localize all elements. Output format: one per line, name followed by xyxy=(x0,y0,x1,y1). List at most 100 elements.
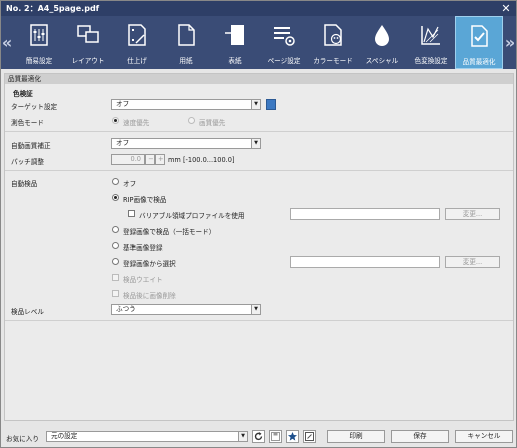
patch-adjust-range: mm [-100.0...100.0] xyxy=(168,156,235,164)
print-button[interactable]: 印刷 xyxy=(327,430,385,443)
chevron-down-icon: ▼ xyxy=(251,305,260,314)
save-preset-icon[interactable] xyxy=(269,430,282,443)
speed-priority-label: 速度優先 xyxy=(123,119,150,127)
target-setting-label: ターゲット設定 xyxy=(11,103,58,111)
divider xyxy=(5,170,513,171)
tab-cover[interactable]: 表紙 xyxy=(211,16,259,69)
inspection-wait-checkbox[interactable] xyxy=(112,274,119,281)
divider xyxy=(5,131,513,132)
tab-label: ページ設定 xyxy=(267,57,301,65)
close-icon[interactable]: ✕ xyxy=(500,1,512,16)
tab-color-mode[interactable]: カラーモード xyxy=(309,16,357,69)
tab-label: 用紙 xyxy=(179,57,193,65)
speed-priority-radio[interactable] xyxy=(112,117,119,124)
basic-settings-icon xyxy=(30,24,48,46)
increment-button[interactable]: + xyxy=(155,154,165,165)
favorite-star-icon[interactable] xyxy=(286,430,299,443)
save-button[interactable]: 保存 xyxy=(391,430,449,443)
tab-label: 簡易設定 xyxy=(25,57,53,65)
decrement-button[interactable]: − xyxy=(145,154,155,165)
colorimetry-mode-label: 測色モード xyxy=(11,119,44,127)
tab-layout[interactable]: レイアウト xyxy=(64,16,112,69)
auto-correction-label: 自動画質補正 xyxy=(11,142,51,150)
title-bar: No. 2：A4_5page.pdf ✕ xyxy=(1,1,516,16)
favorites-dropdown[interactable]: 元の設定 ▼ xyxy=(46,431,248,442)
layout-icon xyxy=(77,25,99,43)
scroll-right-icon[interactable]: » xyxy=(504,33,516,53)
rip-image-inspection-label: RIP画像で検品 xyxy=(123,196,167,204)
rip-image-inspection-radio[interactable] xyxy=(112,194,119,201)
chevron-down-icon: ▼ xyxy=(238,432,247,441)
tab-paper[interactable]: 用紙 xyxy=(162,16,210,69)
delete-image-checkbox[interactable] xyxy=(112,290,119,297)
tab-special[interactable]: スペシャル xyxy=(358,16,406,69)
inspection-off-label: オフ xyxy=(123,180,137,188)
tab-label: 表紙 xyxy=(228,57,242,65)
patch-adjust-input[interactable]: 0.0 xyxy=(111,154,145,165)
tab-color-conversion[interactable]: 色変換設定 xyxy=(407,16,455,69)
divider xyxy=(5,320,513,321)
inspection-off-radio[interactable] xyxy=(112,178,119,185)
chevron-down-icon: ▼ xyxy=(251,139,260,148)
edit-preset-icon[interactable] xyxy=(303,430,316,443)
window-title: No. 2：A4_5page.pdf xyxy=(6,4,100,13)
section-title: 品質最適化 xyxy=(5,74,513,84)
settings-toolbar: « » 簡易設定 レイアウト 仕上げ 用紙 表紙 ページ設定 カラーモード スペ… xyxy=(1,16,516,69)
tab-basic-settings[interactable]: 簡易設定 xyxy=(15,16,63,69)
chevron-down-icon: ▼ xyxy=(251,100,260,109)
tab-label: レイアウト xyxy=(71,57,105,65)
finishing-icon xyxy=(128,24,146,46)
inspection-level-label: 検品レベル xyxy=(11,308,44,316)
favorites-value: 元の設定 xyxy=(51,432,78,440)
quality-optimization-icon xyxy=(471,25,488,47)
tab-label: 仕上げ xyxy=(127,57,147,65)
quality-priority-radio[interactable] xyxy=(188,117,195,124)
registered-image-batch-label: 登録画像で検品（一括モード） xyxy=(123,228,216,236)
variable-area-profile-label: バリアブル領域プロファイルを使用 xyxy=(139,212,245,220)
color-conversion-icon xyxy=(421,26,440,45)
refresh-icon[interactable] xyxy=(266,99,276,110)
print-settings-window: No. 2：A4_5page.pdf ✕ « » 簡易設定 レイアウト 仕上げ … xyxy=(0,0,517,448)
color-check-heading: 色検証 xyxy=(13,90,33,98)
footer-bar: お気に入り 元の設定 ▼ 印刷 保存 キャンセル xyxy=(1,425,516,447)
auto-inspection-label: 自動検品 xyxy=(11,180,38,188)
quality-priority-label: 画質優先 xyxy=(199,119,226,127)
tab-quality-optimization[interactable]: 品質最適化 xyxy=(455,16,503,69)
change-profile-button[interactable]: 変更... xyxy=(445,208,500,220)
registered-image-batch-radio[interactable] xyxy=(112,226,119,233)
select-registered-image-label: 登録画像から選択 xyxy=(123,260,176,268)
tab-label: スペシャル xyxy=(365,57,399,65)
profile-path-field[interactable] xyxy=(290,208,440,220)
paper-icon xyxy=(178,24,195,46)
auto-correction-dropdown[interactable]: オフ ▼ xyxy=(111,138,261,149)
special-icon xyxy=(375,25,389,46)
target-setting-value: オフ xyxy=(116,100,130,108)
tab-page-settings[interactable]: ページ設定 xyxy=(260,16,308,69)
tab-label: カラーモード xyxy=(313,57,353,65)
delete-image-label: 検品後に画像削除 xyxy=(123,292,176,300)
page-settings-icon xyxy=(274,27,295,46)
tab-label: 色変換設定 xyxy=(414,57,448,65)
tab-finishing[interactable]: 仕上げ xyxy=(113,16,161,69)
reload-icon[interactable] xyxy=(252,430,265,443)
tab-label: 品質最適化 xyxy=(462,58,496,66)
patch-adjust-value: 0.0 xyxy=(130,155,142,163)
scroll-left-icon[interactable]: « xyxy=(1,33,13,53)
cover-icon xyxy=(225,25,244,45)
favorites-label: お気に入り xyxy=(6,435,39,443)
reference-image-register-label: 基準画像登録 xyxy=(123,244,163,252)
inspection-level-dropdown[interactable]: ふつう ▼ xyxy=(111,304,261,315)
inspection-level-value: ふつう xyxy=(116,305,136,313)
variable-area-profile-checkbox[interactable] xyxy=(128,210,135,217)
inspection-wait-label: 検品ウエイト xyxy=(123,276,163,284)
auto-correction-value: オフ xyxy=(116,139,130,147)
patch-adjust-label: パッチ調整 xyxy=(11,158,44,166)
quality-optimization-panel: 品質最適化 色検証 ターゲット設定 オフ ▼ 測色モード 速度優先 画質優先 自… xyxy=(4,73,514,421)
select-registered-image-radio[interactable] xyxy=(112,258,119,265)
target-setting-dropdown[interactable]: オフ ▼ xyxy=(111,99,261,110)
change-image-button[interactable]: 変更... xyxy=(445,256,500,268)
cancel-button[interactable]: キャンセル xyxy=(455,430,513,443)
reference-image-register-radio[interactable] xyxy=(112,242,119,249)
registered-image-field[interactable] xyxy=(290,256,440,268)
color-mode-icon xyxy=(324,24,342,46)
